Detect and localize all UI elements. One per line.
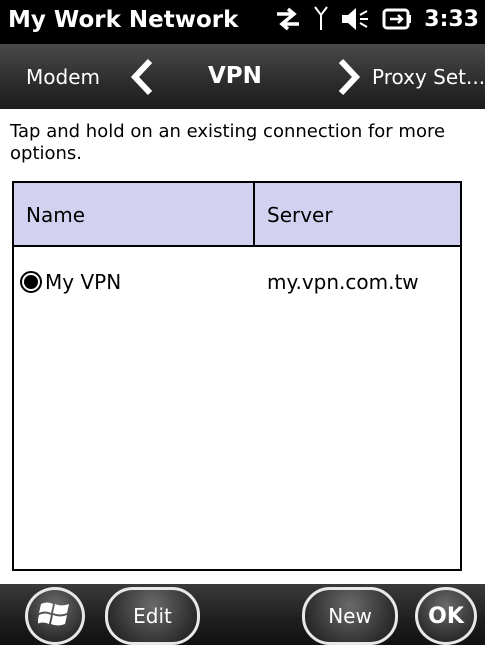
window-title: My Work Network [8, 7, 239, 33]
list-item[interactable]: My VPN my.vpn.com.tw [14, 257, 460, 307]
column-header-name[interactable]: Name [14, 183, 255, 245]
connection-name: My VPN [45, 270, 122, 294]
windows-logo-icon [37, 599, 72, 633]
connection-server: my.vpn.com.tw [267, 270, 419, 294]
data-sync-icon [274, 6, 302, 32]
settings-tab-bar: Modem VPN Proxy Set... [0, 44, 485, 109]
connection-name-cell[interactable]: My VPN [14, 270, 255, 294]
tab-proxy-settings[interactable]: Proxy Set... [372, 65, 485, 89]
new-button[interactable]: New [302, 587, 398, 645]
chevron-right-icon[interactable] [335, 58, 363, 100]
bottom-command-bar: Edit New OK [0, 584, 485, 645]
clock[interactable]: 3:33 [424, 7, 479, 32]
tab-modem[interactable]: Modem [26, 65, 100, 89]
status-icons: 3:33 [274, 6, 479, 32]
status-bar: My Work Network 3:33 [0, 0, 485, 44]
chevron-left-icon[interactable] [128, 58, 156, 100]
edit-button[interactable]: Edit [105, 587, 200, 645]
tab-vpn[interactable]: VPN [208, 63, 262, 89]
vpn-content: Tap and hold on an existing connection f… [0, 109, 485, 584]
start-button[interactable] [25, 587, 85, 645]
speaker-icon[interactable] [340, 6, 370, 32]
column-header-server[interactable]: Server [255, 183, 460, 245]
list-header: Name Server [14, 183, 460, 247]
radio-selected-icon[interactable] [20, 271, 42, 293]
vpn-connection-list[interactable]: Name Server My VPN my.vpn.com.tw [12, 181, 462, 571]
signal-antenna-icon [314, 6, 329, 32]
instruction-text: Tap and hold on an existing connection f… [10, 121, 446, 164]
battery-charging-icon [382, 7, 412, 31]
ok-button[interactable]: OK [415, 587, 477, 645]
